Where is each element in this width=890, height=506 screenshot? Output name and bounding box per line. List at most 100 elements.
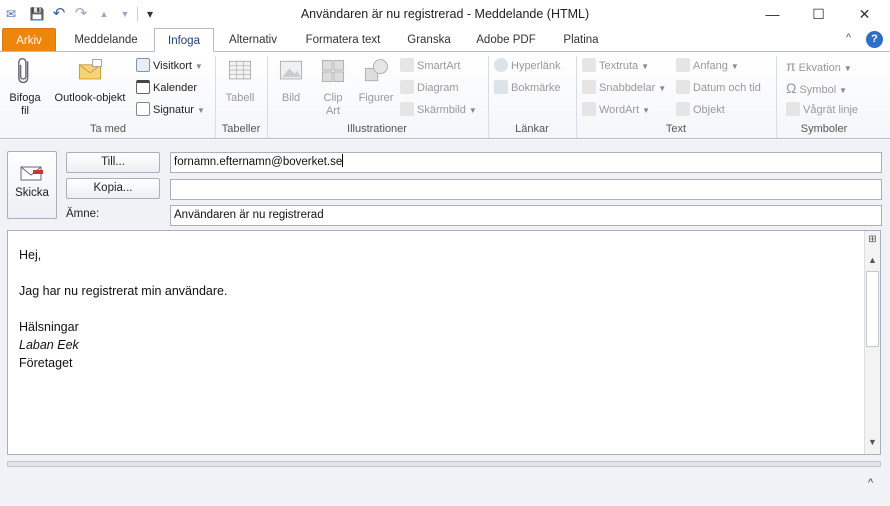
scroll-down-arrow[interactable]: ▼ <box>866 437 879 451</box>
expand-people-pane-icon[interactable]: ^ <box>868 477 873 489</box>
scroll-up-arrow[interactable]: ▲ <box>866 255 879 269</box>
to-button[interactable]: Till... <box>66 152 160 173</box>
outlook-item-label: Outlook-objekt <box>54 92 126 104</box>
hyperlink-icon <box>494 58 508 72</box>
dropdown-arrow-icon: ▼ <box>730 62 739 71</box>
drop-cap-label: Anfang <box>693 60 728 72</box>
horizontal-line-button[interactable]: Vågrät linje <box>786 101 858 119</box>
horizontal-line-label: Vågrät linje <box>803 104 859 116</box>
tab-alternativ[interactable]: Alternativ <box>220 28 286 52</box>
paperclip-icon <box>18 57 29 84</box>
wordart-button[interactable]: WordArt ▼ <box>582 101 650 119</box>
group-label-lankar: Länkar <box>515 123 549 135</box>
ribbon: Bifoga fil Outlook-objekt Visitkort ▼ Kal… <box>0 51 890 139</box>
table-label: Tabell <box>225 92 255 104</box>
screenshot-button[interactable]: Skärmbild ▼ <box>400 101 477 119</box>
dropdown-arrow-icon: ▼ <box>642 106 651 115</box>
wordart-label: WordArt <box>599 104 640 116</box>
omega-icon: Ω <box>786 80 797 96</box>
screenshot-label: Skärmbild <box>417 104 466 116</box>
cc-field[interactable] <box>170 179 882 200</box>
dropdown-arrow-icon: ▼ <box>658 84 667 93</box>
attach-file-label: Bifoga fil <box>9 92 41 117</box>
object-label: Objekt <box>693 104 725 116</box>
collapse-ribbon-icon[interactable]: ^ <box>846 32 851 44</box>
table-button[interactable]: Tabell <box>218 56 262 105</box>
cc-button[interactable]: Kopia... <box>66 178 160 199</box>
body-message: Jag har nu registrerat min användare. <box>19 284 228 298</box>
symbol-button[interactable]: Ω Symbol ▼ <box>786 79 847 97</box>
send-button[interactable]: Skicka <box>7 151 57 219</box>
dropdown-arrow-icon: ▼ <box>641 62 650 71</box>
to-field[interactable]: fornamn.efternamn@boverket.se <box>170 152 882 173</box>
symbol-label: Symbol <box>799 84 837 96</box>
body-closing: Hälsningar <box>19 320 79 334</box>
bookmark-button[interactable]: Bokmärke <box>494 79 561 97</box>
horizontal-line-icon <box>786 102 800 116</box>
chart-button[interactable]: Diagram <box>400 79 459 97</box>
clip-art-button[interactable]: Clip Art <box>314 56 352 118</box>
hyperlink-button[interactable]: Hyperlänk <box>494 57 561 75</box>
chart-icon <box>400 80 414 94</box>
picture-button[interactable]: Bild <box>270 56 312 105</box>
signature-label: Signatur <box>153 104 194 116</box>
text-caret <box>342 154 344 167</box>
date-time-button[interactable]: Datum och tid <box>676 79 761 97</box>
date-time-label: Datum och tid <box>693 82 761 94</box>
tab-adobe-pdf[interactable]: Adobe PDF <box>468 28 544 52</box>
group-label-symboler: Symboler <box>800 123 848 135</box>
tab-meddelande[interactable]: Meddelande <box>64 28 148 52</box>
business-card-label: Visitkort <box>153 60 192 72</box>
minimize-button[interactable]: — <box>750 0 795 28</box>
shapes-icon <box>364 59 388 82</box>
quick-parts-button[interactable]: Snabbdelar ▼ <box>582 79 666 97</box>
body-signature-name: Laban Eek <box>19 338 79 352</box>
ruler-toggle-icon[interactable]: ⊞ <box>866 234 879 248</box>
textbox-button[interactable]: Textruta ▼ <box>582 57 649 75</box>
bottom-divider <box>7 461 881 467</box>
equation-button[interactable]: π Ekvation ▼ <box>786 57 852 75</box>
scroll-thumb[interactable] <box>866 271 879 347</box>
send-envelope-icon <box>20 166 43 181</box>
group-separator <box>488 56 489 138</box>
attach-file-button[interactable]: Bifoga fil <box>4 56 46 118</box>
body-greeting: Hej, <box>19 248 42 262</box>
tab-platina[interactable]: Platina <box>552 28 610 52</box>
send-label: Skicka <box>15 187 49 199</box>
signature-button[interactable]: Signatur ▼ <box>136 101 205 119</box>
maximize-button[interactable]: ☐ <box>796 0 841 28</box>
pi-icon: π <box>786 58 796 74</box>
ribbon-tabs: Arkiv Meddelande Infoga Alternativ Forma… <box>0 28 890 52</box>
subject-field[interactable]: Användaren är nu registrerad <box>170 205 882 226</box>
business-card-button[interactable]: Visitkort ▼ <box>136 57 203 75</box>
smartart-button[interactable]: SmartArt <box>400 57 460 75</box>
drop-cap-button[interactable]: Anfang ▼ <box>676 57 739 75</box>
calendar-button[interactable]: Kalender <box>136 79 197 97</box>
shapes-button[interactable]: Figurer <box>354 56 398 105</box>
outlook-item-button[interactable]: Outlook-objekt <box>48 56 132 105</box>
dropdown-arrow-icon: ▼ <box>196 106 205 115</box>
business-card-icon <box>136 58 150 72</box>
vertical-scrollbar[interactable]: ⊞ ▲ ▼ <box>864 231 880 454</box>
subject-label: Ämne: <box>66 208 100 220</box>
group-separator <box>215 56 216 138</box>
hyperlink-label: Hyperlänk <box>511 60 561 72</box>
clip-art-icon <box>321 59 345 83</box>
envelope-icon <box>78 59 102 80</box>
help-icon[interactable]: ? <box>866 31 883 48</box>
group-separator <box>776 56 777 138</box>
message-body[interactable]: Hej, Jag har nu registrerat min användar… <box>7 230 881 455</box>
close-button[interactable]: ✕ <box>842 0 887 28</box>
group-label-text: Text <box>665 123 687 135</box>
tab-granska[interactable]: Granska <box>398 28 460 52</box>
smartart-icon <box>400 58 414 72</box>
tab-infoga[interactable]: Infoga <box>154 28 214 52</box>
tab-arkiv[interactable]: Arkiv <box>2 28 56 52</box>
bookmark-icon <box>494 80 508 94</box>
tab-formatera-text[interactable]: Formatera text <box>296 28 390 52</box>
dropdown-arrow-icon: ▼ <box>194 62 203 71</box>
object-button[interactable]: Objekt <box>676 101 725 119</box>
quick-parts-label: Snabbdelar <box>599 82 656 94</box>
textbox-icon <box>582 58 596 72</box>
textbox-label: Textruta <box>599 60 639 72</box>
